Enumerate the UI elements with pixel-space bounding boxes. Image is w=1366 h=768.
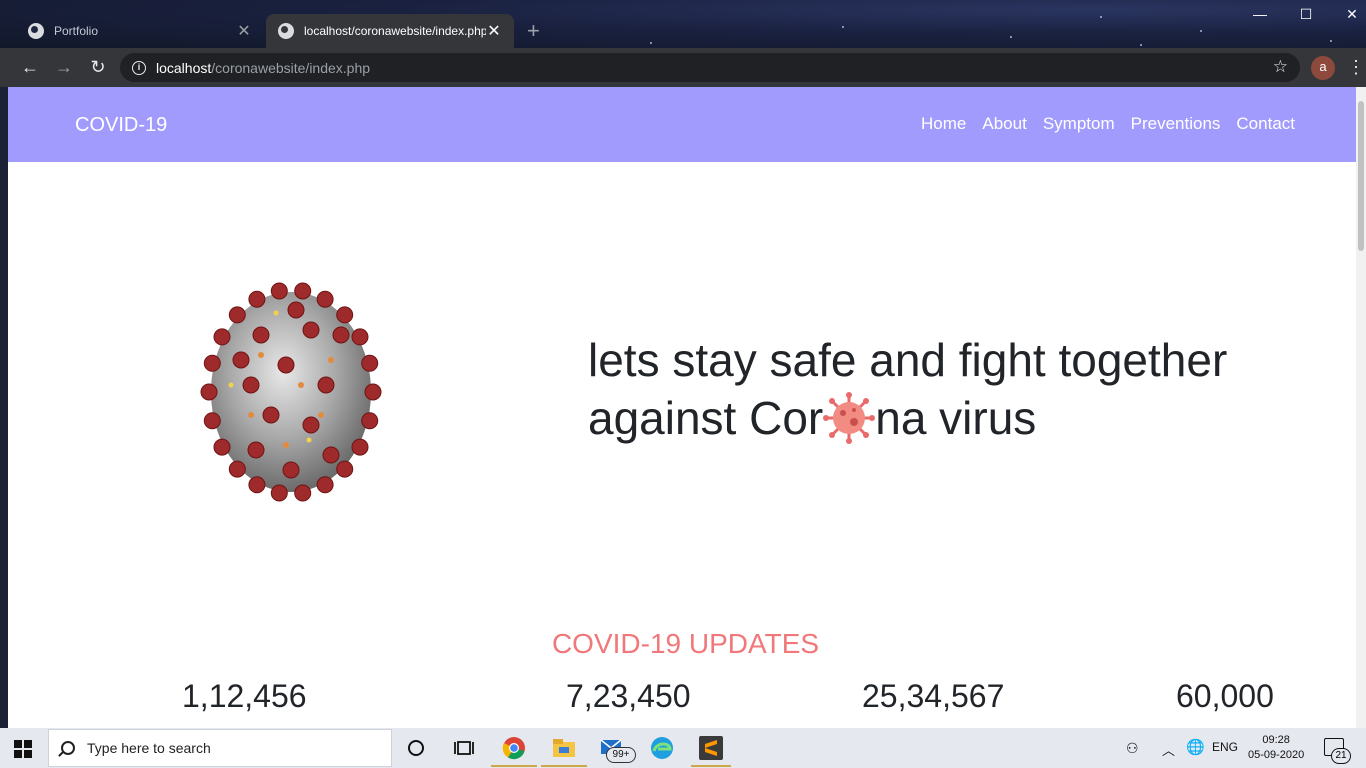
maximize-button[interactable]: ☐ [1283,6,1329,23]
clock[interactable]: 09:28 05-09-2020 [1248,733,1304,763]
address-bar[interactable]: i localhost/coronawebsite/index.php ☆ [120,53,1300,82]
new-tab-button[interactable]: + [527,20,540,42]
nav-link-about[interactable]: About [982,114,1026,134]
stat-value: 7,23,450 [566,678,691,714]
updates-heading: COVID-19 UPDATES [551,628,820,659]
stat-value: 60,000 [1176,678,1274,714]
close-icon[interactable]: ✕ [236,21,252,41]
url-host: localhost [156,59,212,76]
nav-link-contact[interactable]: Contact [1236,114,1295,134]
hero-line-2: against Cor na virus [588,389,1348,448]
chrome-icon[interactable] [500,734,528,762]
network-globe-icon[interactable]: 🌐 [1186,738,1205,756]
minimize-button[interactable]: — [1237,6,1283,22]
close-icon[interactable]: ✕ [486,21,502,41]
page-viewport: COVID-19 Home About Symptom Preventions … [8,87,1363,728]
tab-coronawebsite[interactable]: localhost/coronawebsite/index.php ✕ [266,14,514,48]
coronavirus-image [200,282,382,502]
virus-icon [823,391,876,444]
cortana-icon[interactable] [402,734,430,762]
notification-badge: 21 [1331,748,1351,764]
globe-icon [28,23,44,39]
edge-icon[interactable] [648,734,676,762]
hero-line-2-start: against Cor [588,392,824,444]
mail-badge: 99+ [606,747,636,763]
clock-time: 09:28 [1262,734,1290,746]
scrollbar-thumb[interactable] [1358,101,1364,251]
nav-link-home[interactable]: Home [921,114,966,134]
hero-heading: lets stay safe and fight together agains… [588,331,1348,448]
nav-link-symptom[interactable]: Symptom [1043,114,1115,134]
site-navbar: COVID-19 Home About Symptom Preventions … [8,87,1363,162]
sublime-text-icon[interactable] [697,734,725,762]
stat-value: 1,12,456 [182,678,307,714]
taskbar: Type here to search 99+ ⚇ ︿ 🌐 ENG 09:28 … [0,728,1366,768]
clock-date: 05-09-2020 [1248,749,1305,761]
profile-avatar[interactable]: a [1311,56,1335,80]
site-brand[interactable]: COVID-19 [75,114,167,137]
page-scrollbar[interactable] [1356,87,1366,728]
forward-arrow-icon[interactable]: → [52,56,76,80]
browser-menu-icon[interactable]: ⋮ [1347,56,1365,78]
tab-title: localhost/coronawebsite/index.php [304,24,486,38]
back-arrow-icon[interactable]: ← [18,56,42,80]
tab-portfolio[interactable]: Portfolio ✕ [16,14,264,48]
taskbar-search-input[interactable]: Type here to search [48,729,392,767]
language-indicator[interactable]: ENG [1212,740,1238,754]
close-window-button[interactable]: ✕ [1329,6,1366,23]
people-icon[interactable]: ⚇ [1126,740,1139,757]
reload-icon[interactable]: ↻ [86,56,110,80]
url-path: /coronawebsite/index.php [211,59,371,76]
browser-tab-strip: Portfolio ✕ localhost/coronawebsite/inde… [0,0,1366,48]
stat-value: 25,34,567 [862,678,1005,714]
search-icon [61,741,75,755]
hero-line-1: lets stay safe and fight together [588,334,1228,386]
active-app-indicator [541,765,587,767]
tab-title: Portfolio [54,24,99,38]
chevron-up-icon[interactable]: ︿ [1162,740,1175,759]
globe-icon [278,23,294,39]
info-icon[interactable]: i [132,60,146,75]
search-placeholder: Type here to search [87,740,211,756]
file-explorer-icon[interactable] [550,734,578,762]
task-view-icon[interactable] [450,734,478,762]
bookmark-star-icon[interactable]: ☆ [1273,57,1288,77]
hero-line-2-end: na virus [875,392,1037,444]
windows-start-icon[interactable] [14,740,32,758]
browser-toolbar: ← → ↻ i localhost/coronawebsite/index.ph… [0,48,1366,87]
window-edge [0,87,8,728]
active-app-indicator [491,765,537,767]
active-app-indicator [691,765,731,767]
nav-link-preventions[interactable]: Preventions [1131,114,1221,134]
nav-links: Home About Symptom Preventions Contact [921,114,1295,134]
